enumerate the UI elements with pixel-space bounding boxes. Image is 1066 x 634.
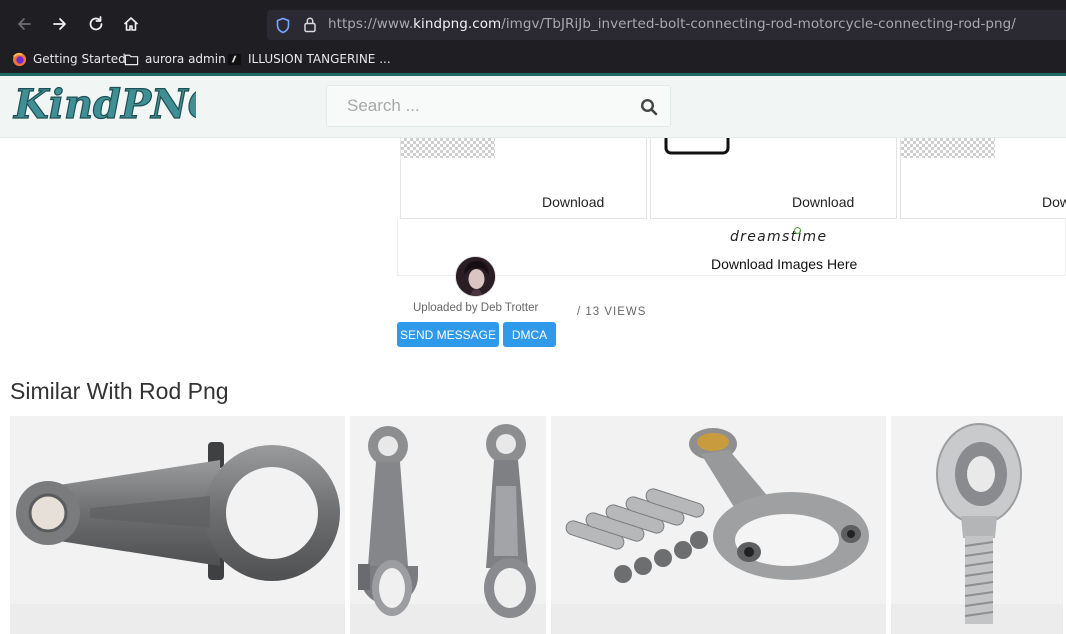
download-card[interactable]: Dow: [900, 138, 1066, 219]
bookmark-label: aurora admin: [145, 52, 226, 66]
download-link[interactable]: Dow: [1042, 194, 1066, 210]
url-domain: kindpng.com: [413, 16, 502, 32]
send-message-button[interactable]: SEND MESSAGE: [397, 322, 499, 347]
similar-image-connecting-rod-with-bolts[interactable]: [551, 416, 886, 634]
view-count: / 13 VIEWS: [577, 306, 647, 318]
navigation-bar: https://www.kindpng.com/imgv/TbJRiJb_inv…: [0, 4, 1066, 44]
bookmark-getting-started[interactable]: Getting Started: [12, 50, 126, 68]
dmca-button[interactable]: DMCA: [503, 322, 556, 347]
two-rods-illustration: [358, 424, 536, 618]
bookmark-aurora-admin[interactable]: aurora admin: [124, 50, 226, 68]
avatar[interactable]: [455, 256, 496, 297]
section-title: Similar With Rod Png: [10, 378, 229, 404]
kindpng-logo[interactable]: KindPNG: [12, 80, 222, 136]
uploader-text: Uploaded by Deb Trotter: [413, 302, 539, 314]
bookmarks-toolbar: Getting Started aurora admin ILLUSION TA…: [0, 46, 1066, 72]
download-card[interactable]: Download: [400, 138, 647, 219]
reload-button[interactable]: [82, 10, 110, 38]
arrow-right-icon: [53, 18, 66, 30]
similar-image-rod-end-bearing[interactable]: [891, 416, 1063, 634]
transparent-thumbnail: [401, 138, 495, 158]
folder-icon: [124, 54, 139, 65]
similar-image-connecting-rod[interactable]: [10, 416, 345, 634]
frame-thumbnail: [664, 138, 730, 155]
connecting-rod-illustration: [16, 442, 340, 581]
address-bar[interactable]: https://www.kindpng.com/imgv/TbJRiJb_inv…: [267, 10, 1066, 40]
dreamstime-logo: dreamstime: [730, 229, 828, 245]
home-icon: [123, 17, 139, 31]
firefox-icon: [12, 52, 27, 66]
similar-image-two-connecting-rods[interactable]: [350, 416, 546, 634]
rod-bolts-illustration: [565, 428, 869, 583]
bookmark-label: ILLUSION TANGERINE ...: [248, 52, 391, 66]
site-header: KindPNG: [0, 76, 1066, 138]
dreamstime-logo-mark: [794, 227, 801, 234]
logo-text: KindPNG: [13, 81, 196, 128]
bookmark-illusion-tangerine[interactable]: ILLUSION TANGERINE ...: [227, 50, 391, 68]
download-link[interactable]: Download: [542, 194, 604, 210]
url-prefix: https://www.: [328, 16, 414, 32]
search-box: [326, 85, 671, 127]
rod-end-illustration: [936, 423, 1022, 624]
forward-button[interactable]: [46, 10, 74, 38]
reload-icon: [89, 16, 103, 31]
url-text[interactable]: https://www.kindpng.com/imgv/TbJRiJb_inv…: [328, 16, 1016, 32]
download-link[interactable]: Download: [792, 194, 854, 210]
url-path: /imgv/TbJRiJb_inverted-bolt-connecting-r…: [501, 16, 1016, 32]
download-card[interactable]: Download: [650, 138, 897, 219]
shield-icon[interactable]: [275, 17, 291, 34]
arrow-left-icon: [18, 18, 31, 30]
dreamstime-ad[interactable]: dreamstime Download Images Here: [397, 219, 1066, 276]
back-button[interactable]: [10, 10, 38, 38]
home-button[interactable]: [117, 10, 145, 38]
bookmark-label: Getting Started: [33, 52, 126, 66]
transparent-thumbnail: [901, 138, 995, 158]
bookmark-favicon: [227, 53, 242, 65]
browser-chrome: https://www.kindpng.com/imgv/TbJRiJb_inv…: [0, 0, 1066, 76]
search-input[interactable]: [327, 86, 627, 126]
lock-icon[interactable]: [303, 16, 317, 33]
ad-tagline: Download Images Here: [711, 256, 858, 272]
search-icon[interactable]: [640, 98, 658, 116]
